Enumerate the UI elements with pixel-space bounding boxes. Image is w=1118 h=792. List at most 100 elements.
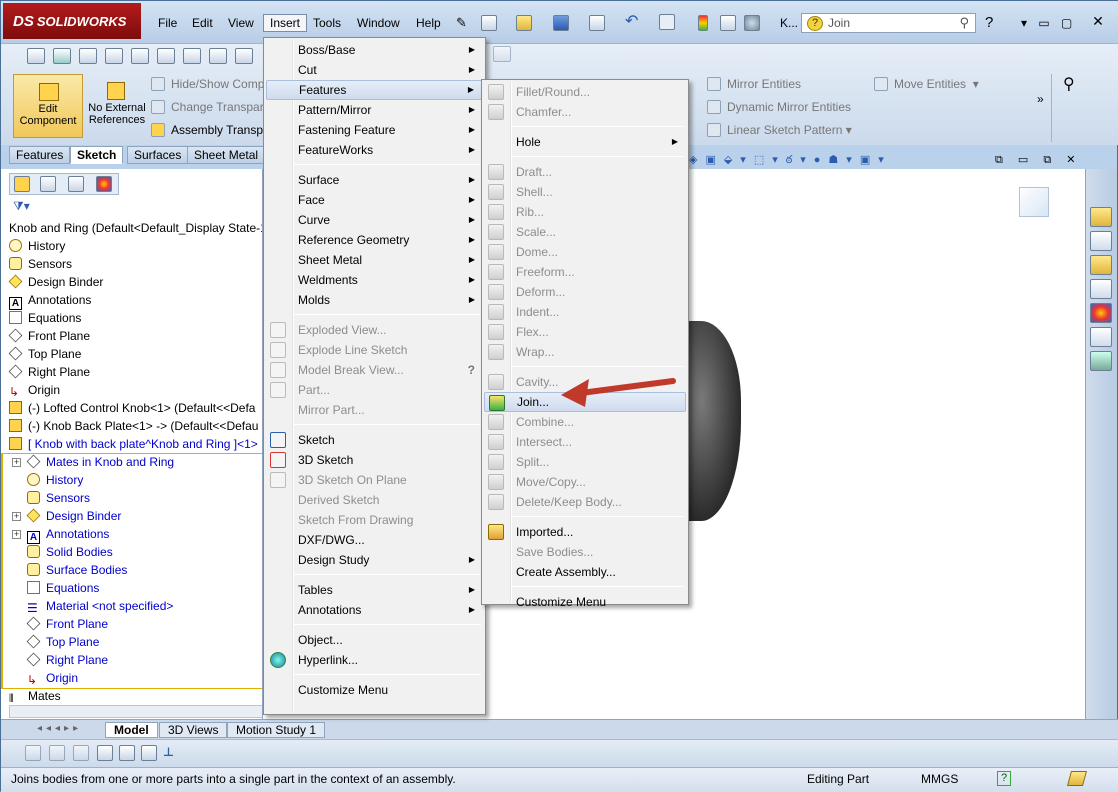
tree-horizontal-scrollbar[interactable] [9, 705, 262, 718]
mirror-entities-button[interactable]: Mirror Entities [707, 77, 801, 91]
insert-menu-item-features[interactable]: Features ▶ [266, 80, 483, 100]
features-menu-item-customize-menu[interactable]: Customize Menu [484, 592, 686, 612]
tree-item-top-plane[interactable]: Top Plane [8, 345, 81, 363]
save-icon[interactable] [553, 15, 569, 31]
check-icon[interactable] [157, 48, 175, 64]
insert-menu-item-customize-menu[interactable]: Customize Menu [266, 680, 483, 700]
assembly-transparency-button[interactable]: Assembly Transpa [151, 123, 270, 137]
menu-window[interactable]: Window [351, 15, 406, 33]
tree-sub-equations[interactable]: Equations [27, 579, 99, 597]
toolbar-icon-5[interactable] [119, 745, 135, 761]
configuration-manager-tab-icon[interactable] [68, 176, 84, 192]
insert-menu-item-hyperlink[interactable]: Hyperlink... [266, 650, 483, 670]
hide-show-components-button[interactable]: Hide/Show Comp [151, 77, 264, 91]
tab-surfaces[interactable]: Surfaces [127, 146, 189, 164]
tab-3d-views[interactable]: 3D Views [159, 722, 228, 738]
toolbar-icon-4[interactable] [97, 745, 113, 761]
menu-help[interactable]: Help [410, 15, 447, 33]
more-commands-chevron-icon[interactable]: » [1037, 92, 1044, 106]
tree-item-knob-back-plate[interactable]: (-) Knob Back Plate<1> -> (Default<<Defa… [9, 417, 258, 435]
tree-sub-front-plane[interactable]: Front Plane [26, 615, 108, 633]
tree-sub-origin[interactable]: ↳ Origin [27, 669, 78, 687]
features-menu-item-create-assembly[interactable]: Create Assembly... [484, 562, 686, 582]
insert-menu-item-annotations[interactable]: Annotations ▶ [266, 600, 483, 620]
tree-sub-sensors[interactable]: Sensors [27, 489, 90, 507]
mass-props-icon[interactable] [131, 48, 149, 64]
move-entities-button[interactable]: Move Entities ▾ [874, 77, 979, 91]
insert-menu-item-featureworks[interactable]: FeatureWorks ▶ [266, 140, 483, 160]
features-menu-item-imported[interactable]: Imported... [484, 522, 686, 542]
tab-model[interactable]: Model [105, 722, 158, 738]
heads-up-view-toolbar[interactable]: ◈▣⬙▾⬚▾ఠ▾●☗▾▣▾ [689, 153, 979, 169]
change-transparency-button[interactable]: Change Transpar [151, 100, 264, 114]
insert-menu-item-boss-base[interactable]: Boss/Base ▶ [266, 40, 483, 60]
insert-menu-item-cut[interactable]: Cut ▶ [266, 60, 483, 80]
tree-root[interactable]: Knob and Ring (Default<Default_Display S… [9, 219, 262, 237]
tab-features[interactable]: Features [9, 146, 71, 164]
tree-item-right-plane[interactable]: Right Plane [8, 363, 90, 381]
tab-sheet-metal[interactable]: Sheet Metal [187, 146, 266, 164]
insert-menu-item-tables[interactable]: Tables ▶ [266, 580, 483, 600]
insert-menu-item-3d-sketch[interactable]: 3D Sketch [266, 450, 483, 470]
print-icon[interactable] [589, 15, 605, 31]
status-help-icon[interactable]: ? [997, 771, 1011, 786]
menu-edit[interactable]: Edit [186, 15, 219, 33]
tree-sub-top-plane[interactable]: Top Plane [26, 633, 99, 651]
tree-item-mates[interactable]: ⫴ Mates [9, 687, 61, 707]
file-properties-icon[interactable] [720, 15, 736, 31]
feature-manager-tab-icon[interactable] [14, 176, 30, 192]
tree-sub-annotations[interactable]: A Annotations [27, 525, 109, 544]
interference-icon[interactable] [235, 48, 253, 64]
no-external-references-button[interactable]: No External References [87, 74, 147, 138]
zoom-search-icon[interactable]: ⚲ [1063, 74, 1075, 94]
help-icon[interactable]: ? [468, 360, 475, 380]
menu-tools[interactable]: Tools [307, 15, 347, 33]
insert-menu-item-reference-geometry[interactable]: Reference Geometry ▶ [266, 230, 483, 250]
select-pointer-icon[interactable] [659, 14, 675, 30]
insert-menu-item-design-study[interactable]: Design Study ▶ [266, 550, 483, 570]
solidworks-logo[interactable]: DS SOLIDWORKS [3, 3, 141, 39]
knob-model[interactable] [681, 321, 741, 521]
insert-menu-item-curve[interactable]: Curve ▶ [266, 210, 483, 230]
menu-insert[interactable]: Insert [263, 14, 308, 32]
tree-item-annotations[interactable]: A Annotations [9, 291, 91, 310]
tree-item-lofted-control-knob[interactable]: (-) Lofted Control Knob<1> (Default<<Def… [9, 399, 255, 417]
rebuild-traffic-light-icon[interactable] [698, 15, 708, 31]
undo-icon[interactable]: ↶ [625, 14, 641, 31]
tree-sub-material[interactable]: ☰ Material <not specified> [27, 597, 173, 615]
tab-motion-study[interactable]: Motion Study 1 [227, 722, 326, 738]
spelling-icon[interactable] [27, 48, 45, 64]
tree-sub-surface-bodies[interactable]: Surface Bodies [27, 561, 127, 579]
insert-menu-item-sketch[interactable]: Sketch [266, 430, 483, 450]
features-menu-item-hole[interactable]: Hole ▶ [484, 132, 686, 152]
tree-item-design-binder[interactable]: Design Binder [8, 273, 103, 291]
open-folder-icon[interactable] [516, 15, 532, 31]
tree-item-knob-with-back-plate[interactable]: [ Knob with back plate^Knob and Ring ]<1… [9, 435, 258, 453]
insert-menu-item-face[interactable]: Face ▶ [266, 190, 483, 210]
check-3-icon[interactable] [209, 48, 227, 64]
display-manager-tab-icon[interactable] [96, 176, 112, 192]
appearances-icon[interactable] [1090, 303, 1112, 323]
tree-item-equations[interactable]: Equations [9, 309, 81, 327]
view-cube-icon[interactable] [1019, 187, 1049, 217]
tree-sub-solid-bodies[interactable]: Solid Bodies [27, 543, 113, 561]
help-icon[interactable]: ? [985, 14, 993, 31]
property-manager-tab-icon[interactable] [40, 176, 56, 192]
window-controls[interactable]: ▾ ▭ ▢ [1021, 16, 1076, 30]
tree-item-origin[interactable]: ↳ Origin [9, 381, 60, 399]
expand-toggle-annotations[interactable]: + [12, 530, 21, 539]
toolbar-icon-3[interactable] [73, 745, 89, 761]
tree-item-front-plane[interactable]: Front Plane [8, 327, 90, 345]
search-icon[interactable]: ⚲ [959, 15, 969, 31]
insert-menu-item-molds[interactable]: Molds ▶ [266, 290, 483, 310]
tree-item-history[interactable]: History [9, 237, 65, 255]
insert-menu-item-fastening-feature[interactable]: Fastening Feature ▶ [266, 120, 483, 140]
insert-menu-item-pattern-mirror[interactable]: Pattern/Mirror ▶ [266, 100, 483, 120]
linear-sketch-pattern-button[interactable]: Linear Sketch Pattern ▾ [707, 123, 852, 137]
rebuild-status-icon[interactable] [1066, 771, 1088, 786]
forum-icon[interactable] [1090, 351, 1112, 371]
design-library-icon[interactable] [1090, 231, 1112, 251]
view-palette-icon[interactable] [1090, 279, 1112, 299]
tree-sub-mates-in-knob[interactable]: Mates in Knob and Ring [26, 453, 174, 471]
edit-component-button[interactable]: Edit Component [13, 74, 83, 138]
